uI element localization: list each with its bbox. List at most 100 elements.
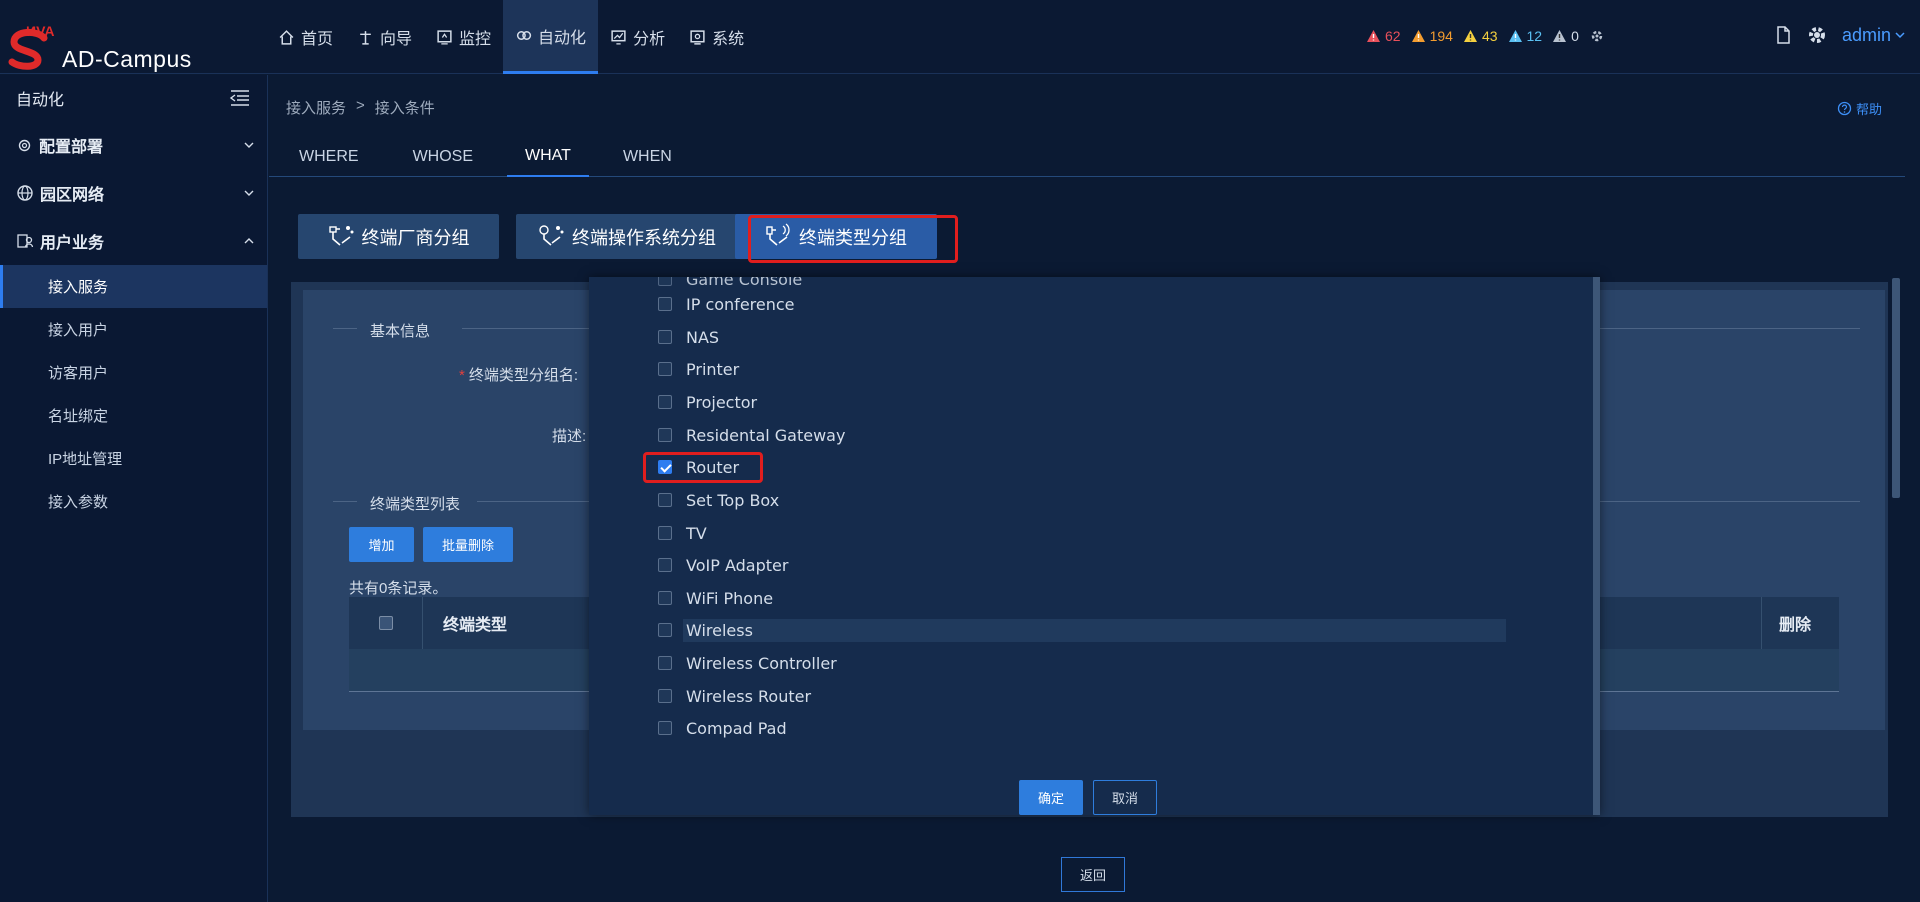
add-button[interactable]: 增加	[349, 527, 414, 562]
alarm-minor[interactable]: 43	[1463, 28, 1498, 44]
user-menu[interactable]: admin	[1842, 25, 1905, 46]
option-checkbox[interactable]	[658, 526, 672, 540]
option-nas[interactable]: NAS	[658, 325, 719, 349]
alarm-critical[interactable]: 62	[1366, 28, 1401, 44]
alarm-info-count: 0	[1571, 28, 1579, 44]
tab-whose[interactable]: WHOSE	[393, 137, 507, 177]
logo-icon: ИVA	[8, 23, 54, 70]
sidebar-item-guest-user[interactable]: 访客用户	[0, 351, 267, 394]
description-label: 描述:	[552, 428, 587, 445]
option-checkbox[interactable]	[658, 656, 672, 670]
option-wireless-controller[interactable]: Wireless Controller	[658, 651, 837, 675]
sidebar-item-address-binding[interactable]: 名址绑定	[0, 394, 267, 437]
col-terminal-type: 终端类型	[443, 617, 508, 634]
warning-triangle-icon	[1463, 30, 1477, 42]
option-set-top-box[interactable]: Set Top Box	[658, 488, 779, 512]
option-partial[interactable]: Game Console	[658, 277, 802, 291]
sidebar-title: 自动化	[16, 92, 65, 109]
confirm-button[interactable]: 确定	[1019, 780, 1083, 815]
option-tv[interactable]: TV	[658, 521, 707, 545]
sidebar-group-campus[interactable]: 园区网络	[0, 169, 267, 217]
sidebar-group-config-label: 配置部署	[39, 139, 104, 156]
document-icon[interactable]	[1774, 25, 1792, 45]
option-checkbox[interactable]	[658, 689, 672, 703]
option-checkbox[interactable]	[658, 362, 672, 376]
alarm-settings-icon[interactable]	[1589, 28, 1605, 44]
help-link[interactable]: 帮助	[1837, 99, 1882, 118]
option-checkbox[interactable]	[658, 623, 672, 637]
option-checkbox[interactable]	[658, 330, 672, 344]
alarm-warning[interactable]: 12	[1508, 28, 1543, 44]
terminal-type-dropdown: Game Console IP conference NAS Printer P…	[589, 277, 1600, 815]
tab-where[interactable]: WHERE	[269, 137, 393, 177]
basic-info-title: 基本信息	[370, 323, 431, 340]
user-name: admin	[1842, 24, 1892, 45]
back-button[interactable]: 返回	[1061, 857, 1125, 892]
option-checkbox[interactable]	[658, 721, 672, 735]
alarm-minor-count: 43	[1481, 28, 1498, 44]
option-checkbox[interactable]	[658, 428, 672, 442]
alarm-info[interactable]: 0	[1552, 28, 1579, 44]
option-checkbox[interactable]	[658, 297, 672, 311]
option-checkbox[interactable]	[658, 591, 672, 605]
tab-what[interactable]: WHAT	[507, 137, 589, 177]
sidebar-item-access-params[interactable]: 接入参数	[0, 480, 267, 523]
warning-triangle-icon	[1411, 30, 1425, 42]
dropdown-scrollbar[interactable]	[1593, 277, 1600, 815]
alarm-warning-count: 12	[1526, 28, 1543, 44]
logo: ИVA AD-Campus	[8, 10, 208, 72]
gear-icon[interactable]	[1806, 24, 1828, 46]
os-group-button[interactable]: 终端操作系统分组	[516, 214, 738, 259]
option-wifi-phone[interactable]: WiFi Phone	[658, 586, 773, 610]
option-label: Residental Gateway	[686, 425, 846, 445]
alarm-major[interactable]: 194	[1411, 28, 1453, 44]
globe-icon	[17, 185, 33, 201]
breadcrumb-root[interactable]: 接入服务	[286, 97, 346, 118]
vendor-group-button[interactable]: 终端厂商分组	[298, 214, 499, 259]
sidebar-group-user-service-label: 用户业务	[40, 235, 105, 252]
option-label: NAS	[686, 327, 720, 347]
collapse-menu-icon[interactable]	[229, 89, 251, 107]
option-checkbox[interactable]	[658, 493, 672, 507]
nav-monitor[interactable]: 监控	[424, 0, 503, 74]
option-voip-adapter[interactable]: VoIP Adapter	[658, 553, 788, 577]
nav-automation[interactable]: 自动化	[503, 0, 599, 74]
help-label: 帮助	[1856, 102, 1883, 117]
router-highlight-box	[643, 452, 763, 483]
option-residental-gateway[interactable]: Residental Gateway	[658, 423, 845, 447]
sidebar-group-config[interactable]: 配置部署	[0, 121, 267, 169]
option-label: Set Top Box	[686, 490, 780, 510]
batch-delete-button[interactable]: 批量删除	[423, 527, 513, 562]
nav-system[interactable]: 系统	[677, 0, 756, 74]
condition-tabs: WHERE WHOSE WHAT WHEN	[269, 137, 1905, 177]
breadcrumb-current: 接入条件	[374, 100, 435, 117]
chevron-up-icon	[244, 238, 254, 244]
sidebar-item-ip-management[interactable]: IP地址管理	[0, 437, 267, 480]
select-all-checkbox[interactable]	[378, 616, 393, 630]
sidebar-item-access-service[interactable]: 接入服务	[0, 265, 267, 308]
option-checkbox[interactable]	[658, 558, 672, 572]
group-name-label-text: 终端类型分组名:	[468, 367, 579, 384]
sidebar-item-access-user[interactable]: 接入用户	[0, 308, 267, 351]
nav-analysis[interactable]: 分析	[598, 0, 677, 74]
logo-mark-text: ИVA	[26, 23, 54, 39]
sidebar-group-user-service[interactable]: 用户业务	[0, 217, 267, 265]
option-wireless[interactable]: Wireless	[658, 618, 753, 642]
option-wireless-router[interactable]: Wireless Router	[658, 684, 811, 708]
nav-home[interactable]: 首页	[266, 0, 345, 74]
option-ip-conference[interactable]: IP conference	[658, 292, 795, 316]
column-divider	[1761, 597, 1762, 649]
alarm-summary[interactable]: 62 194 43 12 0	[1366, 28, 1605, 44]
option-projector[interactable]: Projector	[658, 390, 757, 414]
option-checkbox[interactable]	[658, 395, 672, 409]
page-scrollbar[interactable]	[1892, 278, 1900, 498]
option-printer[interactable]: Printer	[658, 357, 739, 381]
cancel-button[interactable]: 取消	[1093, 780, 1157, 815]
option-label: Wireless	[686, 620, 753, 640]
nav-guide[interactable]: 向导	[345, 0, 424, 74]
os-group-label: 终端操作系统分组	[572, 227, 716, 248]
option-checkbox[interactable]	[658, 277, 672, 286]
user-toolbar: admin	[1774, 24, 1905, 46]
option-compad-pad[interactable]: Compad Pad	[658, 716, 787, 740]
tab-when[interactable]: WHEN	[589, 137, 702, 177]
